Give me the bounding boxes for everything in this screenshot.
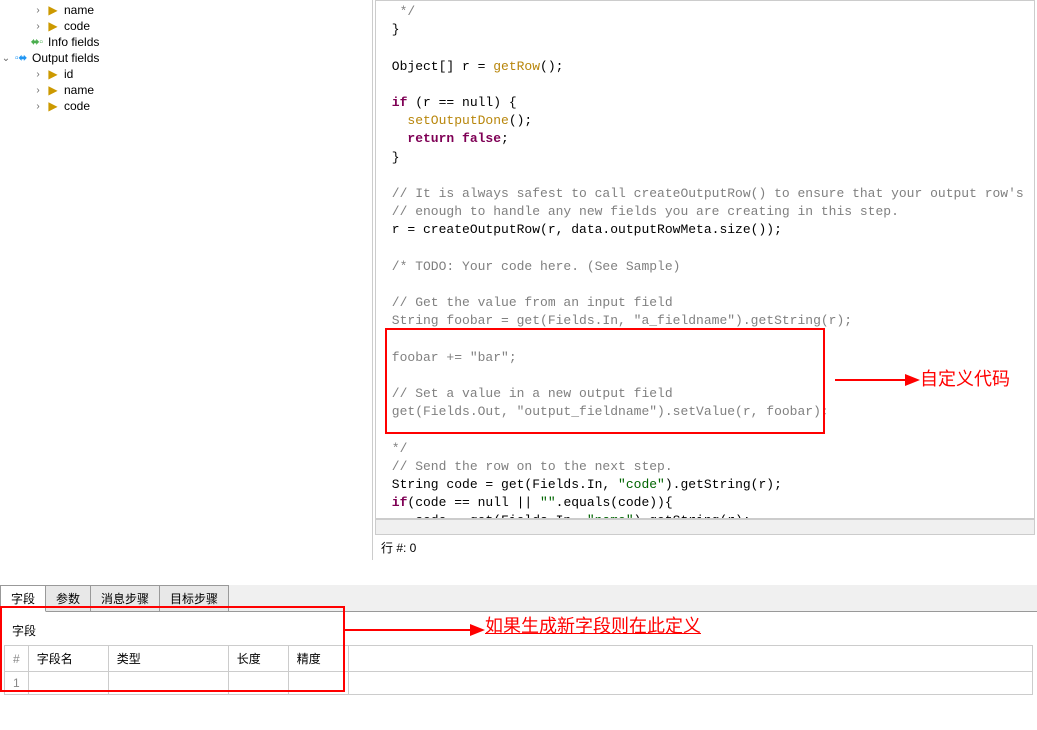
cell-type[interactable] — [108, 672, 228, 695]
expander-icon[interactable]: › — [32, 84, 44, 96]
cell-extra[interactable] — [348, 672, 1032, 695]
line-info: 行 #: 0 — [373, 535, 1037, 560]
cell-length[interactable] — [228, 672, 288, 695]
header-type[interactable]: 类型 — [108, 646, 228, 672]
expander-icon[interactable] — [16, 36, 28, 48]
tree-item-output-fields[interactable]: ⌄ ▫⬌ Output fields — [0, 50, 372, 66]
field-icon: ▶ — [46, 83, 60, 97]
tree-label: code — [64, 19, 90, 33]
annotation-code: 自定义代码 — [920, 365, 1010, 391]
expander-icon[interactable]: › — [32, 20, 44, 32]
tree-item-code[interactable]: › ▶ code — [0, 18, 372, 34]
cell-precision[interactable] — [288, 672, 348, 695]
expander-icon[interactable]: › — [32, 68, 44, 80]
horizontal-scrollbar[interactable] — [375, 519, 1035, 535]
table-row[interactable]: 1 — [5, 672, 1033, 695]
cell-name[interactable] — [28, 672, 108, 695]
tree-item-code-out[interactable]: › ▶ code — [0, 98, 372, 114]
expander-icon[interactable]: ⌄ — [0, 52, 12, 64]
tree-item-id[interactable]: › ▶ id — [0, 66, 372, 82]
tree-label: code — [64, 99, 90, 113]
field-table: # 字段名 类型 长度 精度 1 — [4, 645, 1033, 695]
tree-label: name — [64, 83, 94, 97]
tab-params[interactable]: 参数 — [45, 585, 91, 611]
tab-fields[interactable]: 字段 — [0, 585, 46, 612]
tree-item-name-out[interactable]: › ▶ name — [0, 82, 372, 98]
output-icon: ▫⬌ — [14, 51, 28, 65]
field-icon: ▶ — [46, 19, 60, 33]
bottom-section: 字段 参数 消息步骤 目标步骤 字段 # 字段名 类型 长度 精度 1 — [0, 585, 1037, 703]
tree-label: Info fields — [48, 35, 99, 49]
tree-item-name[interactable]: › ▶ name — [0, 2, 372, 18]
field-icon: ▶ — [46, 67, 60, 81]
header-num[interactable]: # — [5, 646, 29, 672]
annotation-table: 如果生成新字段则在此定义 — [485, 612, 701, 638]
tree-label: Output fields — [32, 51, 99, 65]
code-editor[interactable]: */ } Object[] r = getRow(); if (r == nul… — [375, 0, 1035, 519]
expander-icon[interactable]: › — [32, 4, 44, 16]
code-area: */ } Object[] r = getRow(); if (r == nul… — [373, 0, 1037, 560]
sidebar-tree[interactable]: › ▶ name › ▶ code ⬌▫ Info fields ⌄ ▫⬌ Ou… — [0, 0, 373, 560]
field-icon: ▶ — [46, 99, 60, 113]
tree-item-info-fields[interactable]: ⬌▫ Info fields — [0, 34, 372, 50]
tab-target-steps[interactable]: 目标步骤 — [159, 585, 229, 611]
field-icon: ▶ — [46, 3, 60, 17]
tree-label: id — [64, 67, 73, 81]
header-length[interactable]: 长度 — [228, 646, 288, 672]
input-icon: ⬌▫ — [30, 35, 44, 49]
expander-icon[interactable]: › — [32, 100, 44, 112]
header-name[interactable]: 字段名 — [28, 646, 108, 672]
tree-label: name — [64, 3, 94, 17]
header-precision[interactable]: 精度 — [288, 646, 348, 672]
header-extra[interactable] — [348, 646, 1032, 672]
row-num: 1 — [5, 672, 29, 695]
table-header-row: # 字段名 类型 长度 精度 — [5, 646, 1033, 672]
tab-message-steps[interactable]: 消息步骤 — [90, 585, 160, 611]
tab-bar: 字段 参数 消息步骤 目标步骤 — [0, 585, 1037, 612]
